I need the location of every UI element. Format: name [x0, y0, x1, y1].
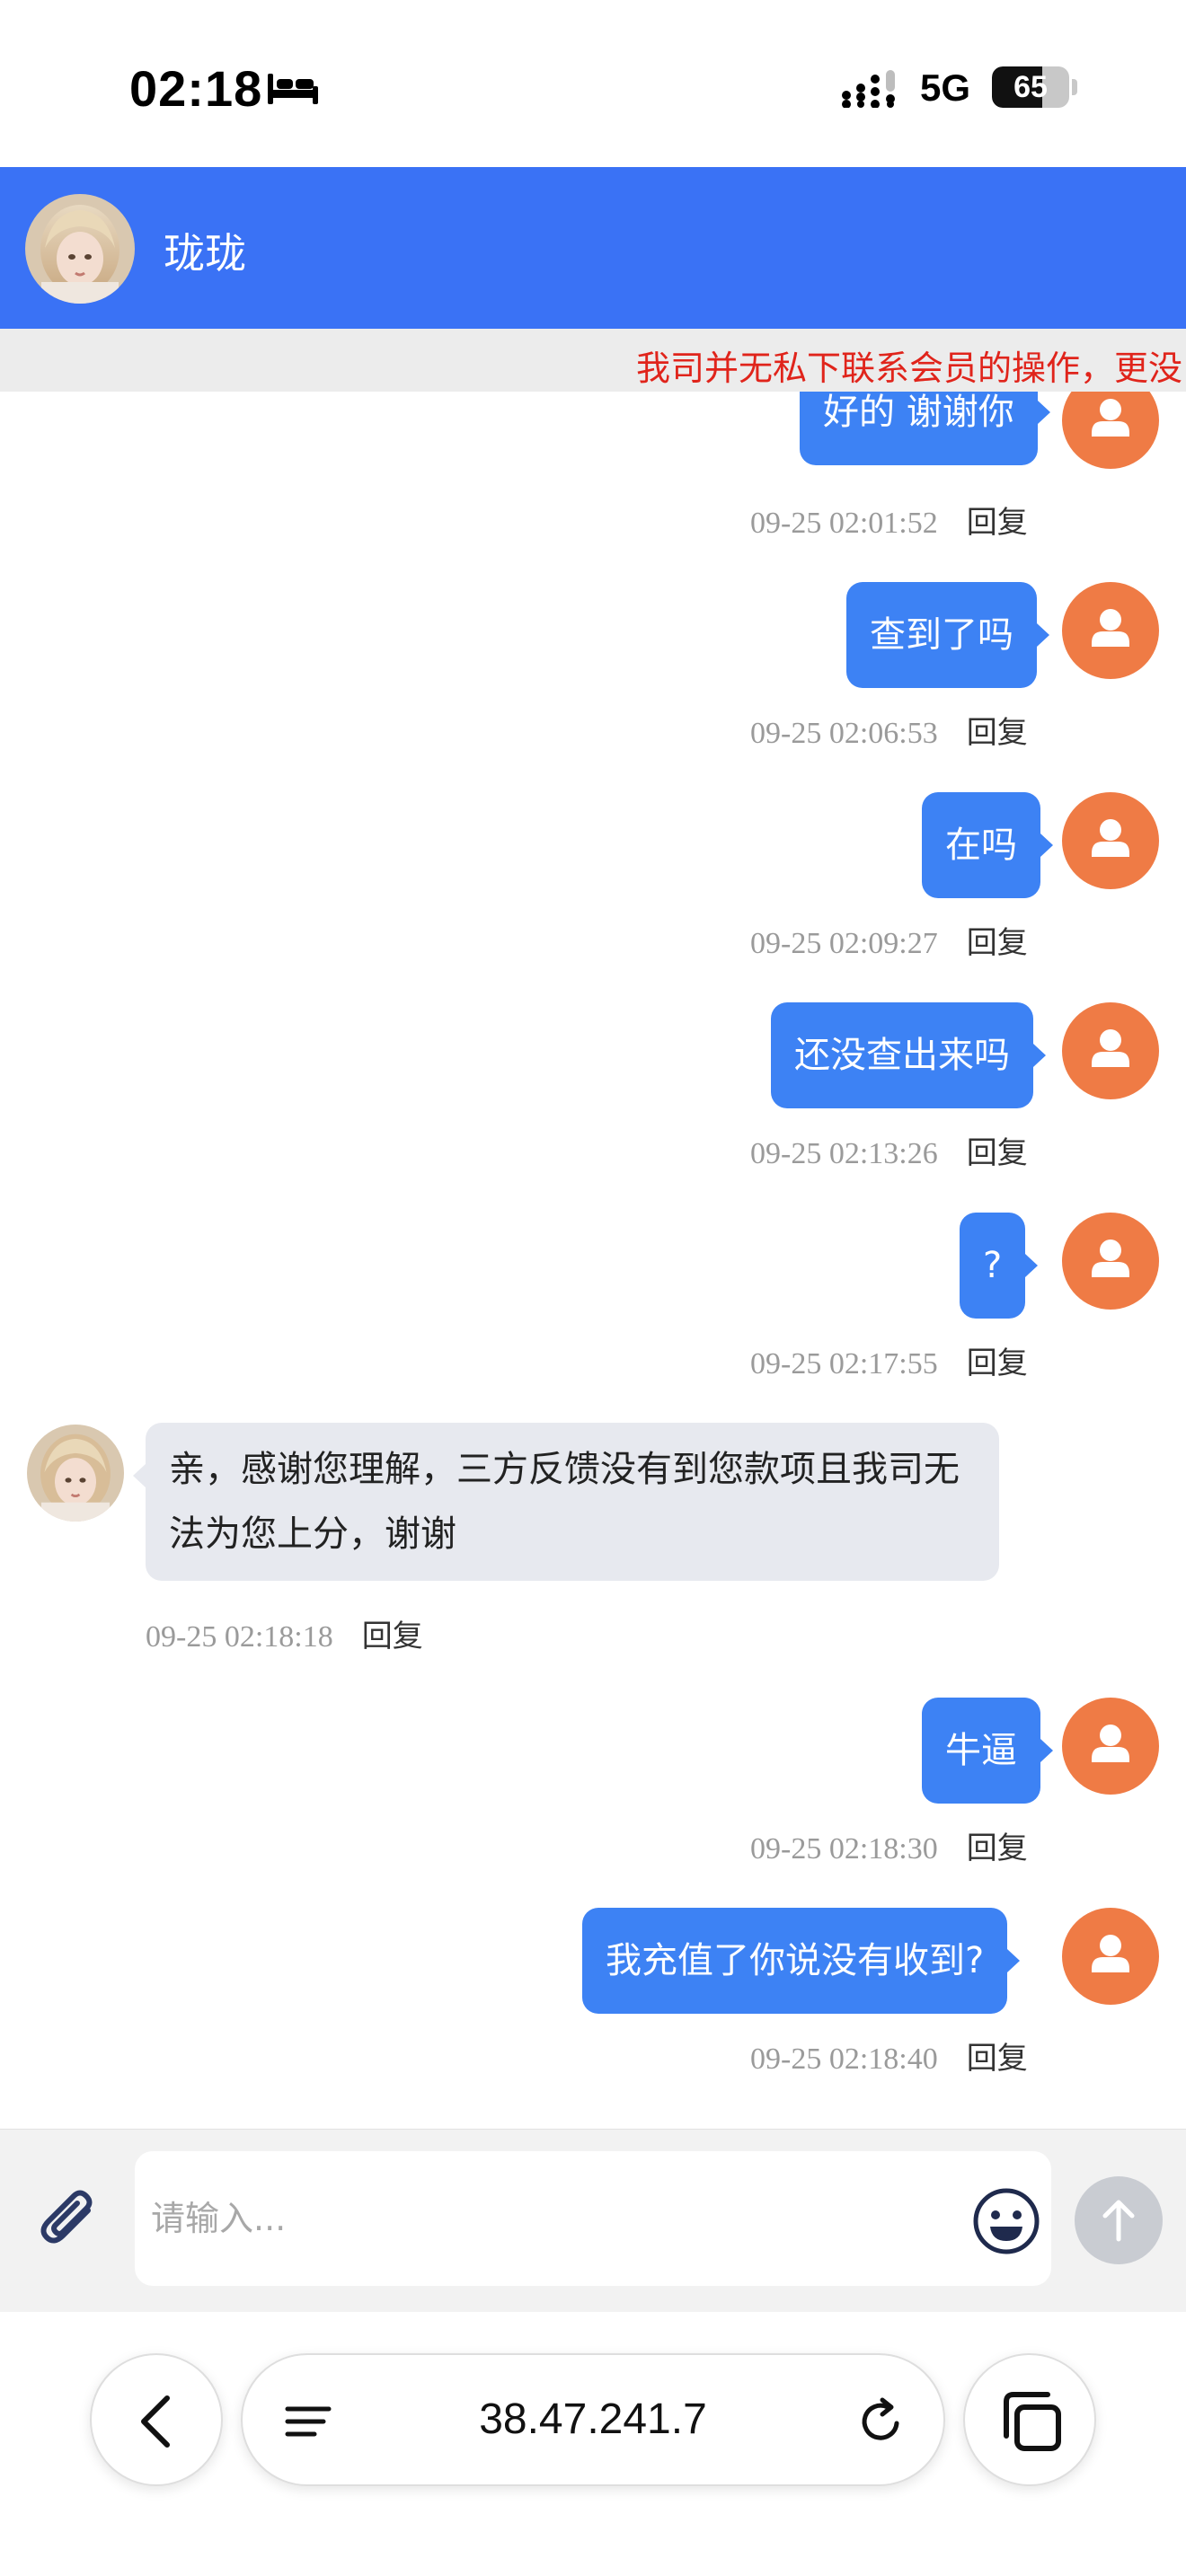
message-text: ?	[983, 1245, 1003, 1286]
arrow-up-icon	[1102, 2200, 1135, 2242]
outgoing-message-bubble[interactable]: 在吗	[922, 792, 1053, 898]
reply-link[interactable]: 回复	[967, 498, 1028, 542]
message-timestamp: 09-25 02:18:40	[750, 2042, 938, 2076]
user-avatar	[1062, 792, 1159, 889]
message-list[interactable]: 好的 谢谢你 09-25 02:01:52 回复 查到了吗 09-25 02:06…	[0, 392, 1186, 2129]
battery-percent: 65	[1013, 69, 1048, 104]
message-timestamp: 09-25 02:09:27	[750, 927, 938, 960]
status-time: 02:18	[129, 60, 263, 117]
agent-avatar-image	[25, 194, 135, 304]
message-meta: 09-25 02:18:18 回复	[146, 1611, 423, 1655]
signal-icon	[842, 70, 895, 108]
user-icon	[1092, 819, 1129, 857]
agent-avatar-image	[27, 1425, 124, 1522]
message-text: 亲，感谢您理解，三方反馈没有到您款项且我司无法为您上分，谢谢	[169, 1449, 960, 1555]
notice-text: 我司并无私下联系会员的操作，更没	[636, 348, 1183, 388]
reply-link[interactable]: 回复	[967, 708, 1028, 752]
message-input[interactable]	[135, 2151, 1051, 2286]
message-timestamp: 09-25 02:18:18	[146, 1620, 333, 1654]
message-meta: 09-25 02:18:30 回复	[750, 1823, 1028, 1867]
message-timestamp: 09-25 02:18:30	[750, 1832, 938, 1866]
outgoing-message-bubble[interactable]: 好的 谢谢你	[800, 392, 1050, 465]
message-text: 我充值了你说没有收到?	[606, 1940, 985, 1981]
message-text: 在吗	[945, 825, 1017, 866]
outgoing-message-bubble[interactable]: 牛逼	[922, 1698, 1053, 1804]
message-timestamp: 09-25 02:13:26	[750, 1137, 938, 1170]
message-composer	[0, 2129, 1186, 2312]
bed-icon	[268, 74, 318, 104]
reply-link[interactable]: 回复	[967, 1128, 1028, 1172]
user-icon	[1092, 399, 1129, 437]
message-text: 好的 谢谢你	[823, 392, 1014, 433]
url-text: 38.47.241.7	[479, 2395, 707, 2443]
outgoing-message-bubble[interactable]: 还没查出来吗	[771, 1002, 1046, 1108]
agent-avatar	[27, 1425, 124, 1522]
tabs-icon	[1004, 2392, 1061, 2451]
user-icon	[1092, 1935, 1129, 1972]
message-text: 查到了吗	[870, 614, 1013, 656]
message-meta: 09-25 02:17:55 回复	[750, 1338, 1028, 1382]
back-button[interactable]	[90, 2353, 223, 2486]
send-button[interactable]	[1075, 2176, 1163, 2264]
user-avatar	[1062, 392, 1159, 469]
message-meta: 09-25 02:18:40 回复	[750, 2033, 1028, 2078]
browser-toolbar: 38.47.241.7	[0, 2312, 1186, 2576]
address-bar[interactable]: 38.47.241.7	[241, 2353, 945, 2486]
message-meta: 09-25 02:13:26 回复	[750, 1128, 1028, 1172]
emoji-icon[interactable]	[970, 2185, 1042, 2257]
reply-link[interactable]: 回复	[967, 1338, 1028, 1382]
paperclip-icon[interactable]	[32, 2183, 104, 2255]
incoming-message-bubble[interactable]: 亲，感谢您理解，三方反馈没有到您款项且我司无法为您上分，谢谢	[133, 1423, 999, 1581]
chat-title: 珑珑	[164, 229, 246, 278]
user-avatar	[1062, 1213, 1159, 1310]
outgoing-message-bubble[interactable]: ?	[960, 1213, 1039, 1319]
message-text: 还没查出来吗	[794, 1035, 1010, 1076]
message-timestamp: 09-25 02:01:52	[750, 507, 938, 540]
user-icon	[1092, 1725, 1129, 1762]
chevron-left-icon	[141, 2395, 170, 2448]
agent-avatar[interactable]	[25, 194, 135, 304]
user-avatar	[1062, 1698, 1159, 1795]
status-bar: 02:18 5G 65	[0, 0, 1186, 167]
reply-link[interactable]: 回复	[967, 1823, 1028, 1867]
tabs-button[interactable]	[963, 2353, 1096, 2486]
message-meta: 09-25 02:09:27 回复	[750, 918, 1028, 962]
message-text: 牛逼	[945, 1730, 1017, 1771]
user-avatar	[1062, 582, 1159, 679]
outgoing-message-bubble[interactable]: 查到了吗	[846, 582, 1049, 688]
chat-header: 珑珑	[0, 167, 1186, 329]
user-icon	[1092, 609, 1129, 647]
message-meta: 09-25 02:06:53 回复	[750, 708, 1028, 752]
network-label: 5G	[920, 66, 971, 109]
reply-link[interactable]: 回复	[967, 918, 1028, 962]
reload-icon[interactable]	[855, 2396, 906, 2447]
user-icon	[1092, 1239, 1129, 1277]
user-icon	[1092, 1029, 1129, 1067]
reply-link[interactable]: 回复	[967, 2033, 1028, 2078]
message-timestamp: 09-25 02:06:53	[750, 717, 938, 750]
battery-cap	[1072, 79, 1077, 95]
message-timestamp: 09-25 02:17:55	[750, 1347, 938, 1381]
message-meta: 09-25 02:01:52 回复	[750, 498, 1028, 542]
reply-link[interactable]: 回复	[362, 1611, 423, 1655]
user-avatar	[1062, 1908, 1159, 2005]
user-avatar	[1062, 1002, 1159, 1099]
battery-icon: 65	[992, 66, 1069, 108]
outgoing-message-bubble[interactable]: 我充值了你说没有收到?	[582, 1908, 1021, 2014]
notice-marquee: 我司并无私下联系会员的操作，更没	[0, 329, 1186, 392]
